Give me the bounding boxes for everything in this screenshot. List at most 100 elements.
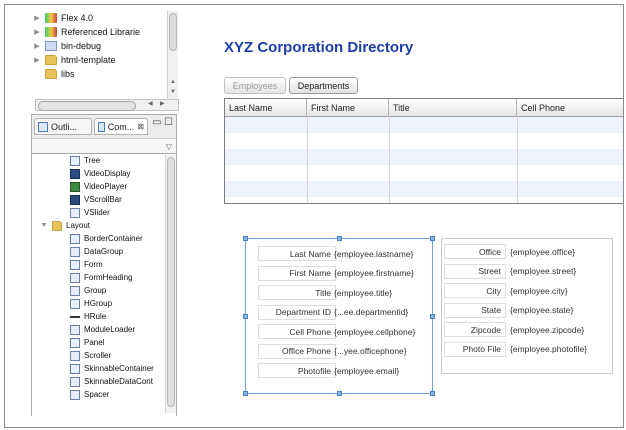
form-value[interactable]: {employee.state} (510, 303, 573, 318)
collapse-arrow-icon[interactable]: ▼ (40, 222, 48, 229)
view-tab-bar: Outli... Com... ⊠ ▭ ☐ (31, 114, 177, 138)
components-icon (98, 121, 105, 132)
component-label: Scroller (84, 351, 112, 361)
form-value[interactable]: {employee.street} (510, 264, 576, 279)
employee-address-form[interactable]: Office {employee.office} Street {employee.s… (441, 238, 613, 374)
component-label: Form (84, 260, 103, 270)
component-item[interactable]: VideoDisplay (70, 168, 131, 180)
component-icon (70, 285, 80, 296)
component-item[interactable]: ▼ Layout (40, 220, 90, 232)
component-item[interactable]: SkinnableContainer (70, 363, 154, 375)
scroll-thumb[interactable] (169, 13, 177, 51)
component-label: HGroup (84, 299, 113, 309)
component-item[interactable]: VSlider (70, 207, 110, 219)
form-value[interactable]: {employee.firstname} (334, 266, 414, 281)
component-label: Spacer (84, 390, 110, 400)
form-value[interactable]: {...yee.officephone} (334, 344, 407, 359)
form-value[interactable]: {...ee.departmentid} (334, 305, 408, 320)
resize-handle[interactable] (337, 236, 342, 241)
column-header-title[interactable]: Title (389, 99, 517, 116)
package-explorer-horizontal-scrollbar[interactable]: ◀ ▶ (35, 99, 179, 111)
column-header-cell-phone[interactable]: Cell Phone (517, 99, 623, 116)
expand-arrow-icon[interactable]: ▶ (33, 56, 41, 64)
component-item[interactable]: Form (70, 259, 103, 271)
expand-arrow-icon[interactable]: ▶ (33, 14, 41, 22)
form-label: Zipcode (444, 322, 506, 337)
employee-data-grid[interactable]: Last Name First Name Title Cell Phone (224, 98, 623, 204)
resize-handle[interactable] (430, 236, 435, 241)
form-value[interactable]: {employee.zipcode} (510, 322, 584, 337)
component-icon (70, 207, 80, 218)
form-value[interactable]: {employee.city} (510, 283, 568, 298)
components-vertical-scrollbar[interactable] (165, 155, 176, 413)
form-value[interactable]: {employee.title} (334, 285, 392, 300)
resize-handle[interactable] (430, 391, 435, 396)
expand-arrow-icon[interactable]: ▶ (33, 42, 41, 50)
scroll-down-arrow-icon[interactable]: ▼ (168, 89, 178, 95)
employee-detail-form[interactable]: Last Name {employee.lastname} First Name {e… (243, 236, 435, 396)
folder-icon (52, 220, 62, 231)
component-icon (70, 298, 80, 309)
expand-arrow-icon[interactable]: ▶ (33, 28, 41, 36)
component-item[interactable]: Panel (70, 337, 104, 349)
tree-item-referenced-libraries[interactable]: ▶ Referenced Librarie (33, 25, 140, 38)
form-label: Photo File (444, 341, 506, 357)
component-item[interactable]: Scroller (70, 350, 111, 362)
component-item[interactable]: HRule (70, 311, 106, 323)
column-header-last-name[interactable]: Last Name (225, 99, 307, 116)
form-label: Photofile (258, 363, 336, 378)
table-row[interactable] (225, 133, 623, 149)
form-value[interactable]: {employee.photofile} (510, 342, 587, 357)
column-header-first-name[interactable]: First Name (307, 99, 389, 116)
form-value[interactable]: {employee.lastname} (334, 246, 413, 261)
table-row[interactable] (225, 117, 623, 133)
departments-button[interactable]: Departments (289, 77, 358, 94)
form-label: Title (258, 285, 336, 300)
component-item[interactable]: SkinnableDataCont (70, 376, 153, 388)
form-value[interactable]: {employee.office} (510, 244, 575, 259)
component-label: Layout (66, 221, 91, 231)
table-row[interactable] (225, 149, 623, 165)
resize-handle[interactable] (430, 314, 435, 319)
resize-handle[interactable] (337, 391, 342, 396)
tab-outline[interactable]: Outli... (34, 118, 92, 135)
form-value[interactable]: {employee.email} (334, 363, 399, 378)
scroll-left-arrow-icon[interactable]: ◀ (148, 100, 153, 107)
table-row[interactable] (225, 181, 623, 197)
table-row[interactable] (225, 165, 623, 181)
tree-item-flex-sdk[interactable]: ▶ Flex 4.0 (33, 11, 93, 24)
close-icon[interactable]: ⊠ (137, 122, 144, 131)
component-icon (70, 259, 80, 270)
component-label: Tree (84, 156, 101, 166)
tree-item-bin-debug[interactable]: ▶ bin-debug (33, 39, 101, 52)
tab-components[interactable]: Com... ⊠ (94, 118, 148, 135)
minimize-icon[interactable]: ▭ (152, 117, 161, 128)
component-item[interactable]: BorderContainer (70, 233, 143, 245)
maximize-icon[interactable]: ☐ (164, 117, 173, 128)
component-item[interactable]: VideoPlayer (70, 181, 127, 193)
form-label: Department ID (258, 304, 336, 320)
resize-handle[interactable] (243, 236, 248, 241)
component-item[interactable]: HGroup (70, 298, 112, 310)
component-item[interactable]: DataGroup (70, 246, 123, 258)
scroll-right-arrow-icon[interactable]: ▶ (160, 100, 165, 107)
tree-item-libs[interactable]: libs (33, 67, 75, 80)
scroll-thumb[interactable] (38, 101, 136, 111)
view-menu-icon[interactable]: ▽ (166, 142, 172, 151)
resize-handle[interactable] (243, 391, 248, 396)
scroll-up-arrow-icon[interactable]: ▲ (168, 79, 178, 85)
component-item[interactable]: Spacer (70, 389, 109, 401)
tree-item-html-template[interactable]: ▶ html-template (33, 53, 116, 66)
component-label: BorderContainer (84, 234, 143, 244)
resize-handle[interactable] (243, 314, 248, 319)
form-value[interactable]: {employee.cellphone} (334, 324, 415, 339)
package-explorer-vertical-scrollbar[interactable]: ▲ ▼ (167, 11, 178, 103)
component-item[interactable]: VScrollBar (70, 194, 122, 206)
employees-button[interactable]: Employees (224, 77, 286, 94)
component-item[interactable]: Tree (70, 155, 100, 167)
scroll-thumb[interactable] (167, 157, 175, 407)
folder-icon (45, 68, 57, 79)
component-item[interactable]: Group (70, 285, 106, 297)
component-item[interactable]: ModuleLoader (70, 324, 135, 336)
component-item[interactable]: FormHeading (70, 272, 132, 284)
